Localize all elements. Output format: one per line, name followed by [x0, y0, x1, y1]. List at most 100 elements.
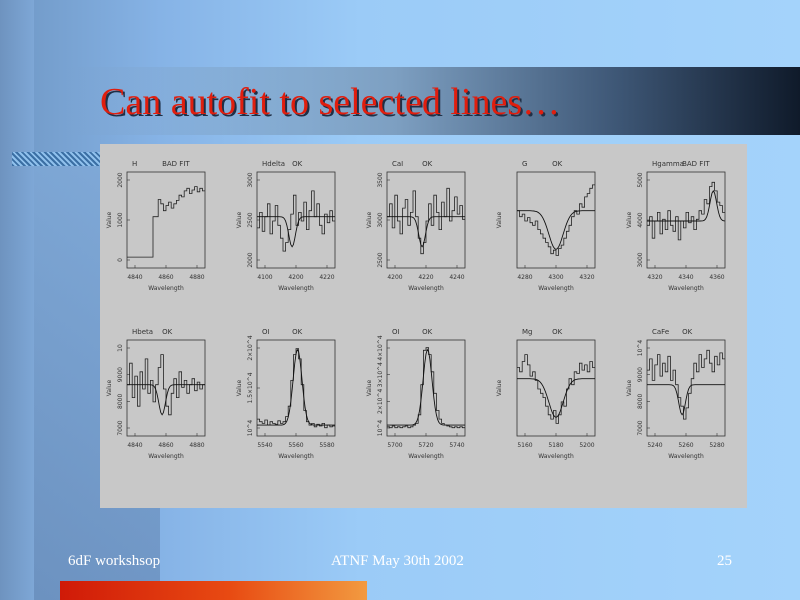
y-tick-label: 4000 [637, 212, 644, 227]
x-tick-label: 4100 [257, 274, 272, 281]
fit-curve [517, 210, 595, 250]
x-tick-label: 4220 [319, 274, 334, 281]
x-tick-label: 5700 [387, 442, 402, 449]
slide-number: 25 [717, 553, 732, 569]
spectrum-line [387, 347, 465, 429]
y-tick-label: 2500 [247, 212, 254, 227]
plot-status: OK [422, 160, 433, 168]
x-axis-label: Wavelength [148, 285, 184, 292]
x-axis-label: Wavelength [538, 453, 574, 460]
y-axis-label: Value [106, 379, 113, 396]
y-tick-label: 10^4 [637, 340, 644, 357]
y-tick-label: 4×10^4 [377, 335, 384, 361]
x-tick-label: 4840 [127, 274, 142, 281]
y-axis-label: Value [366, 211, 373, 228]
y-tick-label: 2500 [377, 252, 384, 267]
plot-frame [386, 171, 466, 269]
x-tick-label: 4860 [158, 442, 173, 449]
x-axis-label: Wavelength [148, 453, 184, 460]
x-tick-label: 4840 [127, 442, 142, 449]
x-tick-label: 4360 [709, 274, 724, 281]
plot-title: OI [262, 328, 270, 336]
spectrum-line [387, 187, 465, 255]
fit-curve [257, 348, 335, 426]
y-tick-label: 5000 [637, 172, 644, 187]
plot-status: OK [552, 328, 563, 336]
x-tick-label: 4280 [517, 274, 532, 281]
y-axis-label: Value [236, 211, 243, 228]
x-tick-label: 4220 [418, 274, 433, 281]
y-tick-label: 2000 [117, 172, 124, 187]
x-tick-label: 5160 [517, 442, 532, 449]
slide-title: Can autofit to selected lines… [100, 81, 561, 123]
x-tick-label: 5720 [418, 442, 433, 449]
y-axis-label: Value [626, 379, 633, 396]
x-axis-label: Wavelength [408, 453, 444, 460]
y-tick-label: 9000 [117, 367, 124, 382]
y-tick-label: 0 [117, 258, 124, 262]
x-tick-label: 5260 [678, 442, 693, 449]
y-tick-label: 1.5×10^4 [247, 372, 254, 403]
y-tick-label: 3000 [637, 252, 644, 267]
spectrum-line [257, 190, 335, 252]
y-tick-label: 10 [117, 344, 124, 352]
x-tick-label: 4340 [678, 274, 693, 281]
y-tick-label: 3000 [247, 172, 254, 187]
x-tick-label: 4860 [158, 274, 173, 281]
x-tick-label: 5580 [319, 442, 334, 449]
y-tick-label: 3000 [377, 212, 384, 227]
plot-frame [126, 171, 206, 269]
y-tick-label: 3500 [377, 172, 384, 187]
x-tick-label: 4200 [387, 274, 402, 281]
y-tick-label: 8000 [637, 394, 644, 409]
y-tick-label: 8000 [117, 394, 124, 409]
x-tick-label: 5740 [449, 442, 464, 449]
plot-title: Mg [522, 328, 532, 336]
plot-title: OI [392, 328, 400, 336]
plot-title: CaI [392, 160, 403, 168]
x-tick-label: 4880 [189, 442, 204, 449]
plot-title: Hbeta [132, 328, 153, 336]
x-axis-label: Wavelength [538, 285, 574, 292]
x-tick-label: 5240 [647, 442, 662, 449]
fit-curve [387, 348, 465, 426]
plot-title: Hdelta [262, 160, 285, 168]
spectrum-line [517, 184, 595, 256]
x-tick-label: 4240 [449, 274, 464, 281]
plot-status: BAD FIT [162, 160, 190, 168]
plot-status: OK [162, 328, 173, 336]
x-tick-label: 4320 [579, 274, 594, 281]
x-axis-label: Wavelength [668, 285, 704, 292]
y-axis-label: Value [496, 211, 503, 228]
y-tick-label: 2×10^4 [377, 388, 384, 414]
x-axis-label: Wavelength [278, 453, 314, 460]
hatched-accent [12, 152, 100, 166]
x-tick-label: 5560 [288, 442, 303, 449]
x-axis-label: Wavelength [278, 285, 314, 292]
y-axis-label: Value [236, 379, 243, 396]
x-tick-label: 5280 [709, 442, 724, 449]
plot-status: OK [292, 160, 303, 168]
y-axis-label: Value [366, 379, 373, 396]
y-tick-label: 3×10^4 [377, 362, 384, 388]
spectrum-line [517, 354, 595, 424]
plot-status: BAD FIT [682, 160, 710, 168]
y-tick-label: 10^4 [377, 420, 384, 437]
footer-date: ATNF May 30th 2002 [331, 553, 464, 569]
x-tick-label: 5540 [257, 442, 272, 449]
y-tick-label: 9000 [637, 367, 644, 382]
x-axis-label: Wavelength [408, 285, 444, 292]
y-tick-label: 2000 [247, 252, 254, 267]
x-tick-label: 5200 [579, 442, 594, 449]
background-stripe [0, 0, 34, 600]
y-tick-label: 1000 [117, 212, 124, 227]
plot-status: OK [552, 160, 563, 168]
x-tick-label: 4320 [647, 274, 662, 281]
spectrum-line [127, 186, 205, 258]
y-axis-label: Value [106, 211, 113, 228]
plot-title: H [132, 160, 137, 168]
spectra-grid: H BAD FIT Wavelength Value 4840 4860 4880 0 1000… [106, 160, 726, 460]
y-tick-label: 10^4 [247, 420, 254, 437]
footer-event: 6dF workshsop [68, 553, 161, 569]
plot-status: OK [422, 328, 433, 336]
